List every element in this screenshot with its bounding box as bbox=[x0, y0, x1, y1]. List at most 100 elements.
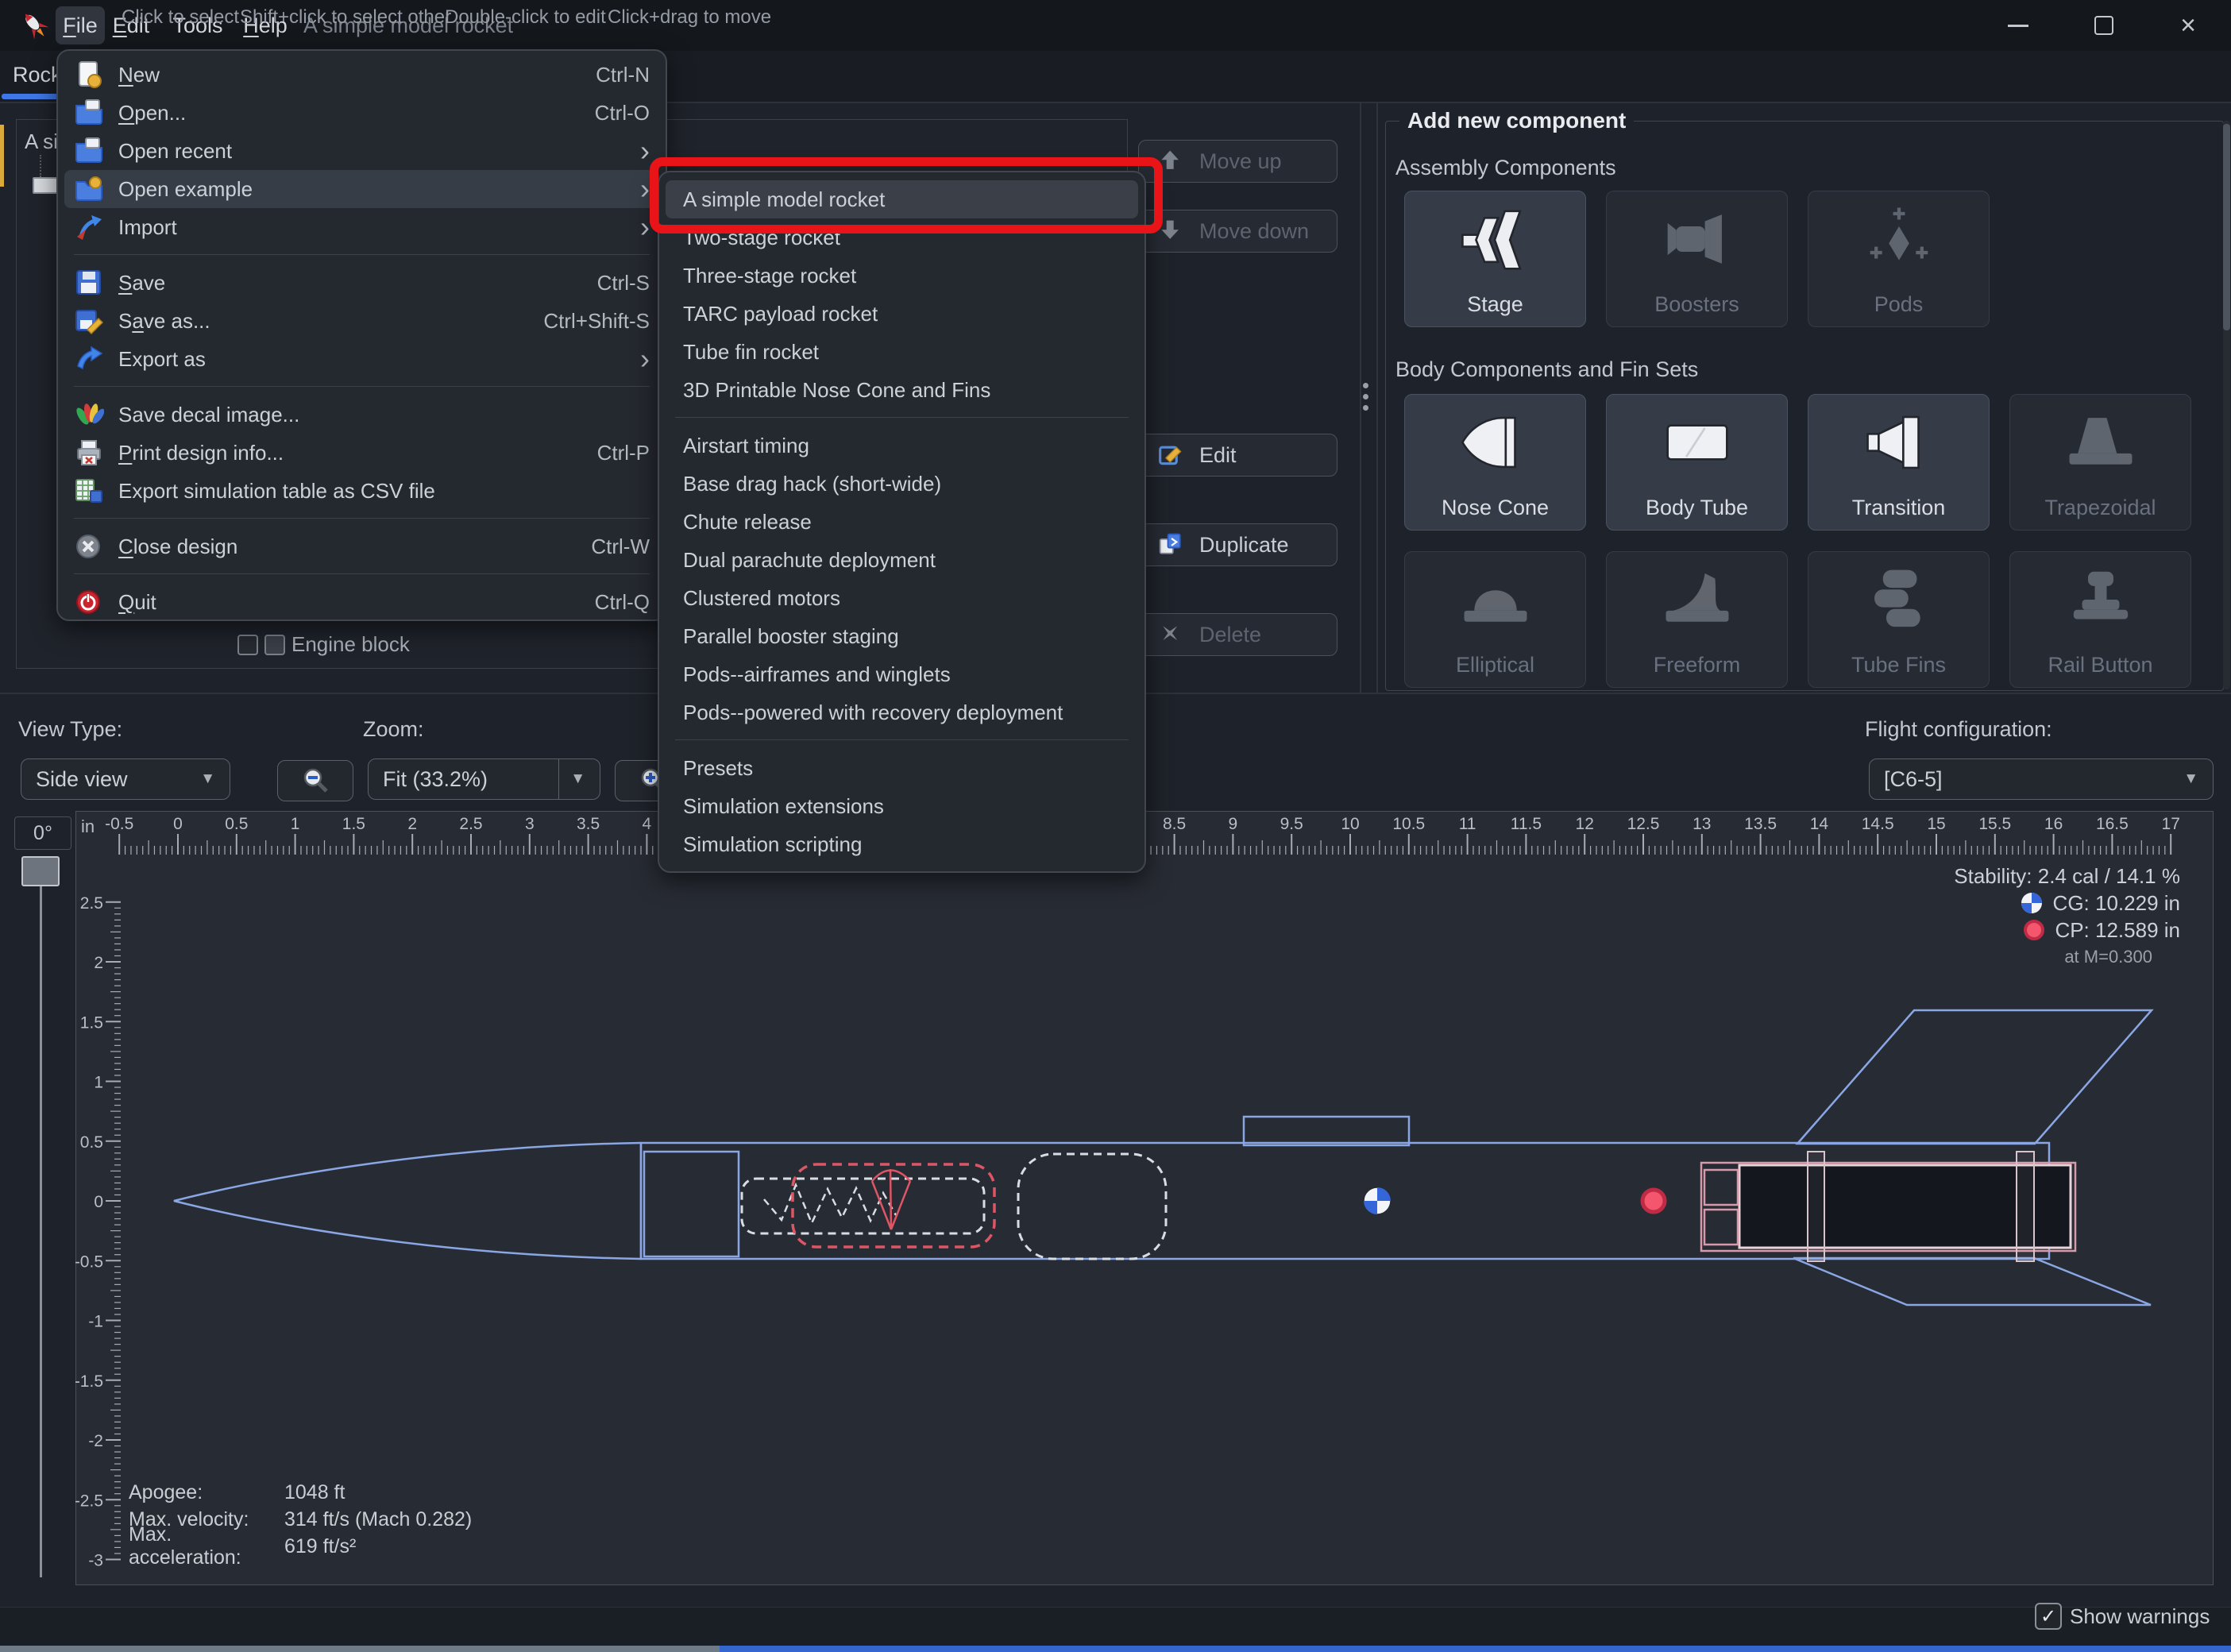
component-card-tube-fins[interactable]: Tube Fins bbox=[1808, 551, 1990, 688]
svg-text:16: 16 bbox=[2044, 815, 2063, 833]
svg-text:2: 2 bbox=[407, 815, 417, 833]
example-menu-item-3d-printable-nose-cone-and-fins[interactable]: 3D Printable Nose Cone and Fins bbox=[666, 371, 1138, 409]
example-menu-item-clustered-motors[interactable]: Clustered motors bbox=[666, 579, 1138, 617]
status-hint: Shift+click to select other bbox=[240, 6, 452, 28]
zoom-out-button[interactable] bbox=[277, 760, 353, 801]
example-menu-item-simulation-scripting[interactable]: Simulation scripting bbox=[666, 825, 1138, 863]
rocket-drawing[interactable]: -0.500.511.522.533.544.555.566.577.588.5… bbox=[75, 811, 2214, 1585]
example-menu-item-presets[interactable]: Presets bbox=[666, 749, 1138, 787]
menu-item-icon bbox=[74, 531, 104, 562]
example-menu-item-three-stage-rocket[interactable]: Three-stage rocket bbox=[666, 257, 1138, 295]
flight-config-dropdown[interactable]: [C6-5] ▼ bbox=[1869, 758, 2214, 800]
example-menu-item-chute-release[interactable]: Chute release bbox=[666, 503, 1138, 541]
svg-text:-1: -1 bbox=[88, 1313, 103, 1331]
file-menu-item-open-recent[interactable]: Open recent › bbox=[64, 132, 659, 170]
svg-text:16.5: 16.5 bbox=[2096, 815, 2129, 833]
file-menu-item-quit[interactable]: Quit Ctrl-Q › bbox=[64, 583, 659, 621]
example-menu-item-tarc-payload-rocket[interactable]: TARC payload rocket bbox=[666, 295, 1138, 333]
splitter-drag-handle[interactable] bbox=[1363, 383, 1368, 411]
show-warnings-label: Show warnings bbox=[2070, 1604, 2210, 1628]
svg-text:12.5: 12.5 bbox=[1627, 815, 1660, 833]
view-type-dropdown[interactable]: Side view ▼ bbox=[21, 758, 230, 800]
nose-shoulder-shape bbox=[643, 1150, 740, 1258]
file-menu-item-import[interactable]: Import › bbox=[64, 208, 659, 246]
component-card-elliptical[interactable]: Elliptical bbox=[1404, 551, 1586, 688]
component-card-nose-cone[interactable]: Nose Cone bbox=[1404, 394, 1586, 531]
minimize-button[interactable] bbox=[1989, 0, 2048, 51]
component-card-trapezoidal[interactable]: Trapezoidal bbox=[2009, 394, 2191, 531]
file-menu-item-open-example[interactable]: Open example › bbox=[64, 170, 659, 208]
wadding-outline bbox=[1017, 1152, 1168, 1260]
file-menu-item-new[interactable]: New Ctrl-N › bbox=[64, 56, 659, 94]
show-warnings-checkbox[interactable]: ✓ bbox=[2035, 1603, 2062, 1630]
edit-button[interactable]: Edit bbox=[1138, 434, 1337, 477]
rotation-slider-track[interactable] bbox=[40, 856, 42, 1577]
svg-text:3.5: 3.5 bbox=[577, 815, 600, 833]
file-menu-item-print-design-info[interactable]: Print design info... Ctrl-P › bbox=[64, 434, 659, 472]
svg-text:4: 4 bbox=[643, 815, 652, 833]
tree-item-engine-block[interactable]: Engine block bbox=[237, 632, 410, 657]
example-menu-item-pods-powered-with-recovery-deployment[interactable]: Pods--powered with recovery deployment bbox=[666, 693, 1138, 731]
file-menu-item-export-simulation-table-as-csv-file[interactable]: Export simulation table as CSV file › bbox=[64, 472, 659, 510]
svg-text:10: 10 bbox=[1341, 815, 1359, 833]
stability-line: Stability: 2.4 cal / 14.1 % bbox=[1954, 864, 2180, 888]
svg-text:14: 14 bbox=[1810, 815, 1829, 833]
menu-file[interactable]: File bbox=[56, 6, 105, 44]
tree-root-item[interactable]: A si bbox=[25, 129, 58, 154]
rotation-slider-handle[interactable] bbox=[21, 856, 60, 886]
example-menu-item-dual-parachute-deployment[interactable]: Dual parachute deployment bbox=[666, 541, 1138, 579]
close-button[interactable]: × bbox=[2159, 0, 2217, 51]
rocket-outline[interactable] bbox=[173, 1009, 2154, 1307]
file-menu-item-save-decal-image[interactable]: Save decal image... › bbox=[64, 396, 659, 434]
cg-icon bbox=[2021, 893, 2042, 913]
menu-item-icon bbox=[74, 136, 104, 166]
file-menu-item-save[interactable]: Save Ctrl-S › bbox=[64, 264, 659, 302]
menu-item-icon bbox=[74, 399, 105, 430]
delete-button[interactable]: Delete bbox=[1138, 613, 1337, 656]
menu-separator bbox=[74, 518, 650, 519]
status-hint: Double-click to edit bbox=[445, 6, 606, 28]
body-components-label: Body Components and Fin Sets bbox=[1395, 357, 1699, 381]
result-row-apogee: Apogee: 1048 ft bbox=[129, 1480, 345, 1503]
move-down-button[interactable]: Move down bbox=[1138, 210, 1337, 253]
example-menu-item-base-drag-hack-short-wide[interactable]: Base drag hack (short-wide) bbox=[666, 465, 1138, 503]
svg-text:-0.5: -0.5 bbox=[105, 815, 133, 833]
component-card-stage[interactable]: Stage bbox=[1404, 191, 1586, 327]
example-menu-item-simulation-extensions[interactable]: Simulation extensions bbox=[666, 787, 1138, 825]
example-menu-item-pods-airframes-and-winglets[interactable]: Pods--airframes and winglets bbox=[666, 655, 1138, 693]
menu-item-icon bbox=[74, 98, 104, 128]
component-card-boosters[interactable]: Boosters bbox=[1606, 191, 1788, 327]
component-card-pods[interactable]: Pods bbox=[1808, 191, 1990, 327]
engine-block-component-icon bbox=[264, 634, 285, 655]
internal-components[interactable] bbox=[740, 1152, 1168, 1260]
menu-item-icon bbox=[74, 306, 104, 336]
panel-splitter-line bbox=[1360, 102, 1361, 693]
tree-connector-line bbox=[40, 155, 41, 177]
simulation-results: Apogee: 1048 ft Max. velocity: 314 ft/s … bbox=[129, 1479, 472, 1569]
file-menu-item-save-as[interactable]: Save as... Ctrl+Shift-S › bbox=[64, 302, 659, 340]
move-up-button[interactable]: Move up bbox=[1138, 140, 1337, 183]
zoom-label: Zoom: bbox=[363, 717, 424, 741]
zoom-level-combobox[interactable]: Fit (33.2%) ▼ bbox=[368, 758, 600, 800]
svg-text:-3: -3 bbox=[88, 1552, 103, 1570]
example-menu-item-airstart-timing[interactable]: Airstart timing bbox=[666, 427, 1138, 465]
example-menu-item-tube-fin-rocket[interactable]: Tube fin rocket bbox=[666, 333, 1138, 371]
example-menu-item-parallel-booster-staging[interactable]: Parallel booster staging bbox=[666, 617, 1138, 655]
component-card-freeform[interactable]: Freeform bbox=[1606, 551, 1788, 688]
svg-text:17: 17 bbox=[2162, 815, 2180, 833]
engine-block-checkbox-icon bbox=[237, 634, 258, 655]
component-card-body-tube[interactable]: Body Tube bbox=[1606, 394, 1788, 531]
file-menu-item-open[interactable]: Open... Ctrl-O › bbox=[64, 94, 659, 132]
nose-cone-shape bbox=[173, 1141, 642, 1260]
motor-mount[interactable] bbox=[1700, 1151, 2077, 1262]
file-menu-item-export-as[interactable]: Export as › bbox=[64, 340, 659, 378]
file-menu-item-close-design[interactable]: Close design Ctrl-W › bbox=[64, 527, 659, 565]
tab-rocket-design[interactable]: Rock bbox=[13, 63, 62, 87]
component-card-rail-button[interactable]: Rail Button bbox=[2009, 551, 2191, 688]
menu-item-icon bbox=[74, 476, 104, 506]
duplicate-button[interactable]: Duplicate bbox=[1138, 523, 1337, 566]
component-card-transition[interactable]: Transition bbox=[1808, 394, 1990, 531]
taskbar-strip-blue bbox=[720, 1646, 2231, 1652]
maximize-button[interactable] bbox=[2075, 0, 2133, 51]
panel-scrollbar-thumb[interactable] bbox=[2223, 124, 2230, 330]
